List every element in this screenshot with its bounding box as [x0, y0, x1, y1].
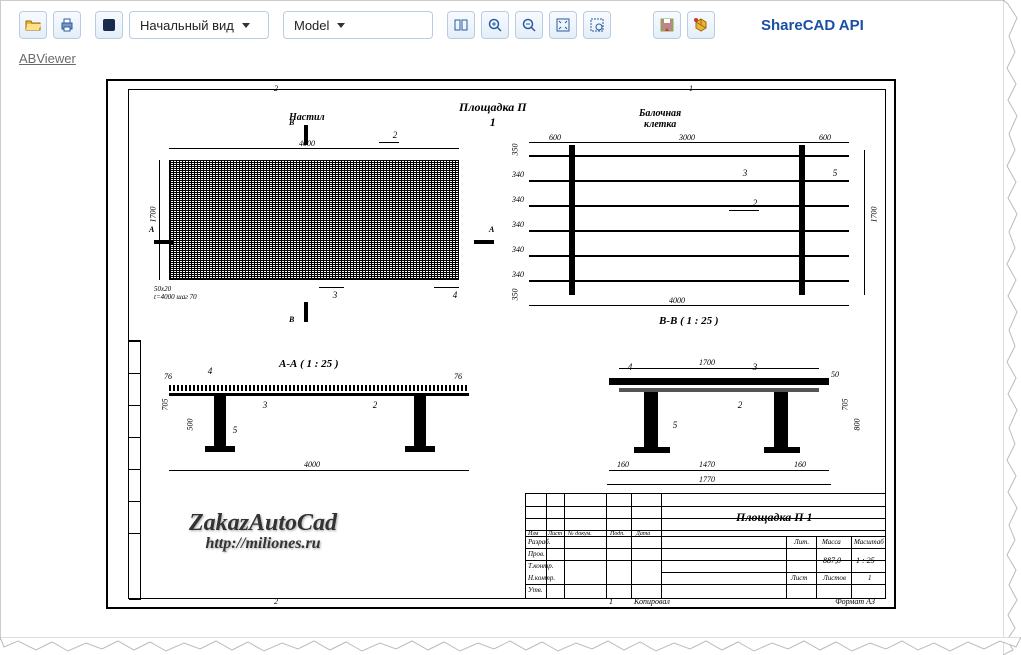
beam-label: Балочная клетка — [639, 108, 681, 130]
model-select[interactable]: Model — [283, 11, 433, 39]
black-bg-button[interactable] — [95, 11, 123, 39]
bottom-center-label: Копировал — [634, 597, 670, 606]
drawing-canvas[interactable]: 2 1 2 1 Копировал Площадка П1 Настил Бал… — [106, 79, 896, 609]
app-viewer-frame: Начальный вид Model ShareCA — [0, 0, 1005, 640]
zoom-region-button[interactable] — [583, 11, 611, 39]
toolbar: Начальный вид Model ShareCA — [1, 1, 1004, 47]
plan-label: Настил — [289, 112, 325, 123]
section-bb-view — [609, 370, 829, 470]
section-mark-a-left — [154, 240, 174, 244]
plan-view — [169, 160, 459, 280]
printer-icon — [59, 17, 75, 33]
main-title: Площадка П1 — [459, 100, 527, 130]
view-select[interactable]: Начальный вид — [129, 11, 269, 39]
chevron-down-icon — [337, 23, 345, 28]
chevron-down-icon — [242, 23, 250, 28]
3d-button[interactable] — [687, 11, 715, 39]
cube-icon — [693, 17, 709, 33]
tb-name: Площадка П 1 — [736, 510, 813, 525]
zoom-in-icon — [487, 17, 503, 33]
open-button[interactable] — [19, 11, 47, 39]
view-select-text: Начальный вид — [140, 18, 234, 33]
section-mark-a-right — [474, 240, 494, 244]
model-select-text: Model — [294, 18, 329, 33]
grid-note: 50х20 t=4000 шаг 70 — [154, 285, 197, 301]
fit-width-icon — [453, 17, 469, 33]
section-mark-b-bot — [304, 302, 308, 322]
format-label: Формат А3 — [835, 597, 875, 606]
top-mark-1: 1 — [689, 84, 693, 93]
section-bb-label: В-В ( 1 : 25 ) — [659, 315, 719, 327]
revision-strip — [129, 340, 141, 600]
drawing-frame: 2 1 2 1 Копировал Площадка П1 Настил Бал… — [128, 89, 886, 599]
save-button[interactable] — [653, 11, 681, 39]
bottom-mark-1: 1 — [609, 597, 613, 606]
save-icon — [659, 17, 675, 33]
zoom-region-icon — [589, 17, 605, 33]
torn-edge-right — [1003, 0, 1021, 655]
zoom-out-icon — [521, 17, 537, 33]
zoom-out-button[interactable] — [515, 11, 543, 39]
fit-all-icon — [555, 17, 571, 33]
fit-all-button[interactable] — [549, 11, 577, 39]
section-aa-label: А-А ( 1 : 25 ) — [279, 358, 339, 370]
abviewer-link[interactable]: ABViewer — [19, 51, 76, 66]
top-mark-2: 2 — [274, 84, 278, 93]
folder-open-icon — [25, 17, 41, 33]
print-button[interactable] — [53, 11, 81, 39]
fit-width-button[interactable] — [447, 11, 475, 39]
bottom-mark-2: 2 — [274, 597, 278, 606]
watermark: ZakazAutoCad http://miliones.ru — [189, 510, 337, 553]
sharecad-api-link[interactable]: ShareCAD API — [761, 17, 864, 34]
beam-view — [529, 145, 849, 295]
zoom-in-button[interactable] — [481, 11, 509, 39]
section-aa-view — [169, 380, 469, 460]
black-square-icon — [101, 17, 117, 33]
title-block: Площадка П 1 Лит. Масса Масштаб 887,0 1 … — [525, 493, 885, 598]
